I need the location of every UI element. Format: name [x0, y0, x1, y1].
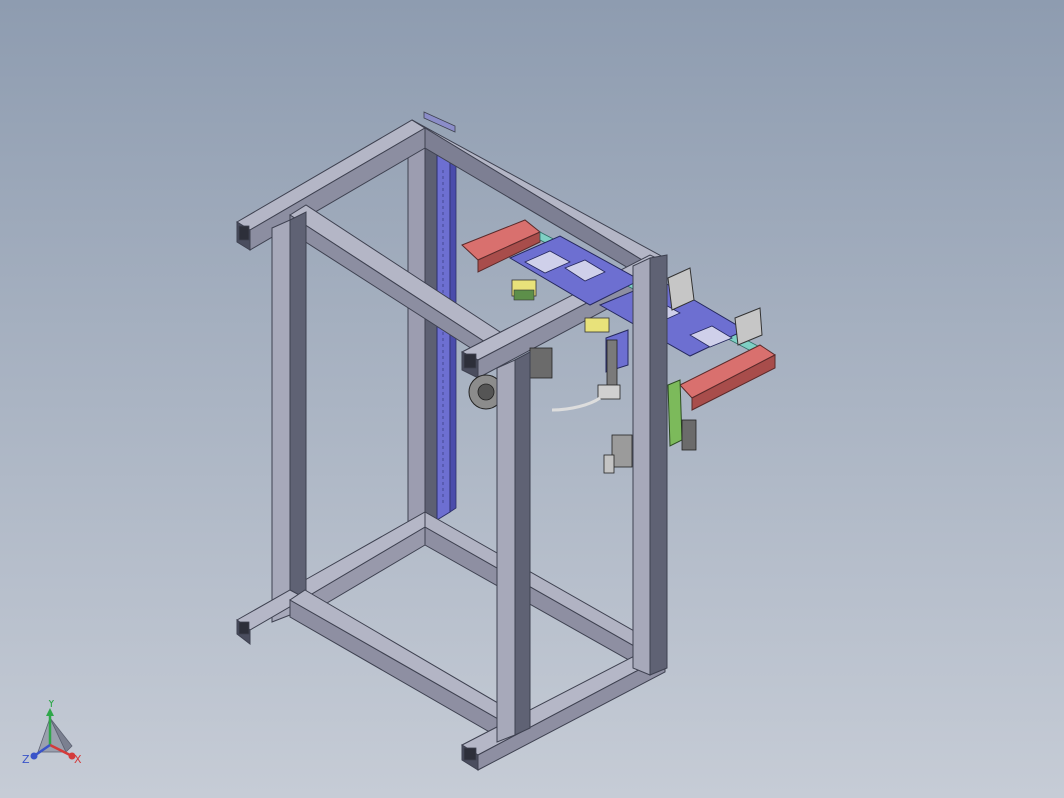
x-axis-label: X: [74, 753, 82, 766]
y-axis-label: Y: [47, 700, 55, 710]
front-center-post: [496, 351, 531, 743]
z-axis-label: Z: [22, 753, 30, 766]
orientation-triad[interactable]: Y X Z: [16, 700, 88, 772]
front-left-post: [271, 211, 307, 623]
right-post: [632, 254, 668, 676]
model-view[interactable]: [0, 0, 1064, 798]
graphics-viewport[interactable]: Y X Z: [0, 0, 1064, 798]
rear-post: [407, 131, 438, 536]
